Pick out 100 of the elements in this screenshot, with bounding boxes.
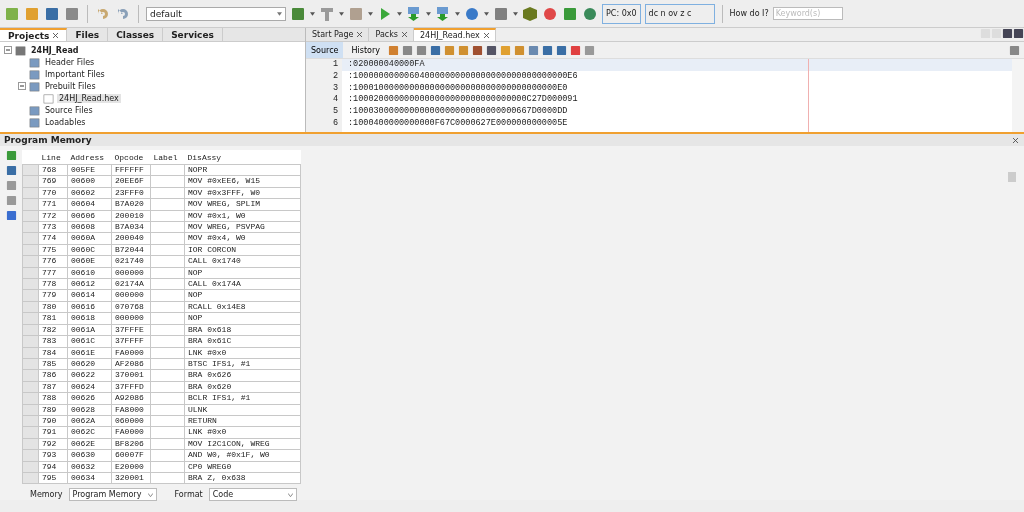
editor-tab[interactable]: 24HJ_Read.hex — [414, 28, 496, 41]
dv-logo-icon[interactable] — [522, 5, 538, 22]
table-cell: BRA 0x618 — [188, 324, 232, 334]
tree-item[interactable]: 24HJ_Read.hex — [57, 93, 121, 103]
memory-dropdown[interactable]: Program Memory — [68, 488, 157, 502]
table-cell: 781 — [42, 313, 57, 323]
line-number: 4 — [331, 94, 338, 107]
tree-item[interactable]: 24HJ_Read — [29, 45, 81, 55]
table-cell: 00632 — [71, 461, 95, 471]
table-cell: BF8206 — [115, 438, 144, 448]
table-cell: 776 — [42, 256, 57, 266]
column-header[interactable]: Address — [70, 152, 105, 162]
table-cell: 200010 — [115, 210, 144, 220]
format-label: Format — [174, 490, 203, 500]
table-cell: 370001 — [115, 370, 144, 380]
line-number: 1 — [331, 59, 338, 71]
table-cell: MOV #0x4, W0 — [188, 233, 246, 243]
caret-icon[interactable] — [339, 11, 344, 16]
caret-icon[interactable] — [310, 11, 315, 16]
code-line: :10003000000000000000000000000000667D0000DD — [348, 106, 568, 117]
table-cell: 00628 — [71, 404, 95, 414]
table-cell: 785 — [42, 358, 57, 368]
table-cell: BRA Z, 0x638 — [188, 472, 246, 482]
table-cell: 23FFF0 — [115, 187, 144, 197]
table-cell: 00602 — [71, 187, 95, 197]
column-header[interactable]: Label — [153, 152, 178, 162]
close-icon[interactable] — [483, 33, 489, 38]
caret-icon[interactable] — [368, 11, 373, 16]
configuration-dropdown[interactable]: default — [146, 6, 286, 21]
view-tab[interactable]: History — [346, 42, 385, 58]
stop-sign-icon[interactable] — [542, 5, 558, 22]
table-cell: 00606 — [71, 210, 95, 220]
close-icon[interactable] — [53, 33, 59, 38]
view-tab[interactable]: Source — [306, 42, 344, 58]
file-icon — [43, 92, 54, 104]
table-cell: CALL 0x174A — [188, 279, 241, 289]
tree-item[interactable]: Header Files — [43, 57, 97, 67]
caret-icon[interactable] — [484, 11, 489, 16]
table-cell: 000000 — [115, 313, 144, 323]
close-icon[interactable] — [357, 32, 363, 37]
table-cell: 0061A — [71, 324, 95, 334]
table-cell: 0062A — [71, 415, 95, 425]
format-dropdown[interactable]: Code — [208, 488, 297, 502]
table-cell: 00616 — [71, 301, 95, 311]
code-line: :1000400000000000F67C0000627E0000000000005E — [348, 118, 568, 128]
table-cell: 070768 — [115, 301, 144, 311]
table-cell: MOV #0xEE6, W15 — [188, 176, 260, 186]
table-cell: MOV WREG, PSVPAG — [188, 222, 265, 232]
caret-icon[interactable] — [455, 11, 460, 16]
caret-icon[interactable] — [426, 11, 431, 16]
table-cell: B7A020 — [115, 199, 144, 209]
scrollbar[interactable] — [1012, 59, 1024, 132]
scrollbar-thumb[interactable] — [1008, 172, 1016, 182]
caret-icon[interactable] — [397, 11, 402, 16]
table-cell: 784 — [42, 347, 57, 357]
table-cell: 773 — [42, 222, 57, 232]
table-cell: AND W0, #0x1F, W0 — [188, 450, 270, 460]
help-search-field[interactable]: Keyword(s) — [772, 7, 843, 20]
column-header[interactable]: Line — [41, 152, 61, 162]
table-cell: 0061C — [71, 336, 95, 346]
tree-item[interactable]: Prebuilt Files — [43, 81, 98, 91]
table-cell: NOP — [188, 290, 203, 300]
column-header[interactable]: Opcode — [114, 152, 144, 162]
table-cell: B7A034 — [115, 222, 144, 232]
table-cell: 000000 — [115, 267, 144, 277]
collapse-icon[interactable] — [4, 46, 12, 54]
table-cell: BTSC IFS1, #1 — [188, 358, 251, 368]
caret-icon[interactable] — [513, 11, 518, 16]
caret-icon — [277, 11, 282, 16]
table-cell: FA0000 — [115, 427, 144, 437]
editor-tab[interactable]: Start Page — [306, 28, 370, 41]
tree-item[interactable]: Loadables — [43, 117, 88, 127]
panel-tab[interactable]: Projects — [0, 28, 68, 41]
table-cell: 774 — [42, 233, 57, 243]
table-cell: RCALL 0x14E8 — [188, 301, 246, 311]
code-line: :020000040000FA — [348, 59, 425, 69]
table-cell: A92086 — [115, 393, 144, 403]
table-cell: 37FFFD — [115, 381, 144, 391]
close-icon[interactable] — [1013, 137, 1018, 143]
table-cell: MOV #0x3FFF, W0 — [188, 187, 260, 197]
table-cell: 060000 — [115, 415, 144, 425]
column-header[interactable]: DisAssy — [187, 152, 222, 162]
close-icon[interactable] — [402, 32, 408, 37]
tree-item[interactable]: Important Files — [43, 69, 107, 79]
line-number: 5 — [331, 106, 338, 118]
editor-tab[interactable]: Packs — [369, 28, 415, 41]
line-number: 3 — [331, 82, 338, 95]
line-number: 6 — [331, 118, 338, 130]
table-cell: 0060E — [71, 256, 95, 266]
tree-item[interactable]: Source Files — [43, 105, 95, 115]
table-cell: 00610 — [71, 267, 95, 277]
table-cell: 769 — [42, 176, 57, 186]
table-cell: 0062E — [71, 438, 95, 448]
collapse-icon[interactable] — [18, 82, 26, 90]
download-icon[interactable] — [406, 5, 422, 22]
table-cell: MOV #0x1, W0 — [188, 210, 246, 220]
code-line: :1000100000000000000000000000000000000000E0 — [348, 82, 568, 93]
table-cell: 00634 — [71, 472, 95, 482]
memory-label: Memory — [30, 490, 63, 500]
table-cell: IOR CORCON — [188, 244, 236, 254]
